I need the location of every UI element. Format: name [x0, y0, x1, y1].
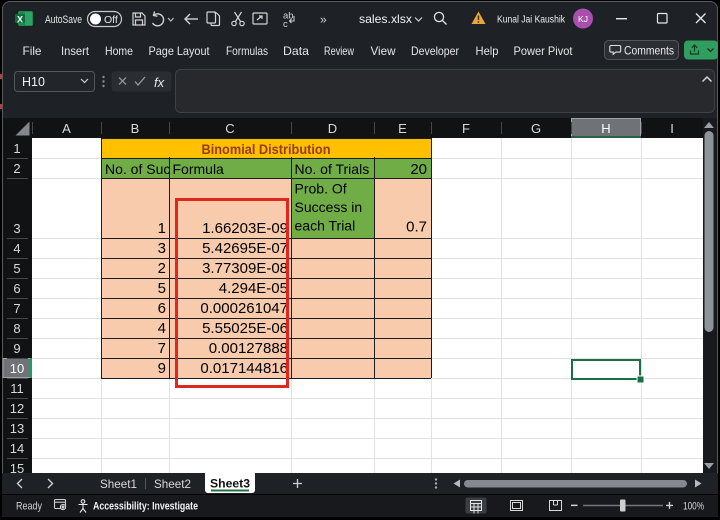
svg-text:0.000261047: 0.000261047	[200, 300, 288, 317]
svg-text:E: E	[398, 121, 407, 136]
svg-text:13: 13	[10, 421, 24, 436]
svg-text:Comments: Comments	[624, 46, 674, 58]
svg-text:5: 5	[13, 261, 20, 276]
svg-text:9: 9	[13, 341, 20, 356]
svg-text:Ready: Ready	[16, 501, 42, 513]
svg-text:0.017144816: 0.017144816	[200, 360, 288, 377]
svg-text:Insert: Insert	[61, 44, 90, 58]
svg-text:5: 5	[158, 280, 166, 297]
svg-text:11: 11	[10, 381, 24, 396]
svg-text:3.77309E-08: 3.77309E-08	[202, 260, 288, 277]
svg-text:A: A	[62, 121, 71, 136]
svg-text:sales.xlsx: sales.xlsx	[359, 12, 412, 26]
svg-text:Sheet2: Sheet2	[154, 477, 191, 491]
svg-text:0.00127888: 0.00127888	[209, 340, 288, 357]
svg-text:Data: Data	[283, 44, 309, 58]
svg-text:fx: fx	[154, 75, 165, 90]
svg-text:2: 2	[158, 260, 166, 277]
svg-text:Formulas: Formulas	[226, 44, 268, 58]
svg-text:15: 15	[10, 461, 24, 473]
svg-text:File: File	[23, 44, 42, 58]
svg-text:I: I	[670, 121, 674, 136]
svg-text:Help: Help	[476, 44, 499, 58]
svg-text:Binomial Distribution: Binomial Distribution	[202, 142, 331, 157]
svg-text:»: »	[320, 13, 327, 27]
svg-text:10: 10	[10, 361, 24, 376]
svg-text:each Trial: each Trial	[295, 218, 356, 234]
svg-text:D: D	[328, 121, 337, 136]
svg-text:KJ: KJ	[578, 14, 588, 24]
svg-text:Prob. Of: Prob. Of	[295, 181, 347, 197]
svg-text:7: 7	[158, 340, 166, 357]
svg-text:14: 14	[10, 441, 24, 456]
svg-text:1: 1	[13, 141, 20, 156]
svg-text:Sheet3: Sheet3	[210, 477, 250, 491]
svg-text:Review: Review	[324, 44, 354, 58]
svg-text:12: 12	[10, 401, 24, 416]
svg-text:6: 6	[13, 281, 20, 296]
svg-text:F: F	[462, 121, 470, 136]
svg-text:1.66203E-09: 1.66203E-09	[202, 220, 288, 237]
svg-text:No. of Suc: No. of Suc	[105, 161, 170, 177]
svg-text:2: 2	[13, 161, 20, 176]
svg-text:C: C	[225, 121, 234, 136]
svg-text:No. of Trials: No. of Trials	[295, 161, 370, 177]
svg-text:H: H	[601, 121, 610, 136]
svg-text:4: 4	[158, 320, 166, 337]
svg-text:B: B	[131, 121, 140, 136]
svg-text:5.42695E-07: 5.42695E-07	[202, 240, 288, 257]
svg-text:0.7: 0.7	[406, 219, 427, 236]
svg-text:Kunal Jai Kaushik: Kunal Jai Kaushik	[497, 14, 566, 26]
svg-text:7: 7	[13, 301, 20, 316]
svg-text:Off: Off	[104, 14, 118, 26]
svg-text:Sheet1: Sheet1	[100, 477, 137, 491]
svg-text:H10: H10	[22, 75, 45, 89]
svg-text:3: 3	[158, 240, 166, 257]
svg-text:Formula: Formula	[173, 161, 225, 177]
svg-text:View: View	[371, 44, 396, 58]
svg-text:1: 1	[158, 220, 166, 237]
svg-text:c: c	[283, 19, 288, 30]
svg-text:Success in: Success in	[295, 199, 363, 215]
svg-text:6: 6	[158, 300, 166, 317]
svg-text:3: 3	[13, 221, 20, 236]
svg-text:8: 8	[13, 321, 20, 336]
svg-text:20: 20	[410, 161, 427, 178]
svg-text:4.294E-05: 4.294E-05	[219, 280, 288, 297]
svg-text:Accessibility: Investigate: Accessibility: Investigate	[93, 501, 198, 513]
svg-text:AutoSave: AutoSave	[45, 14, 82, 26]
svg-text:Developer: Developer	[411, 44, 459, 58]
svg-text:4: 4	[13, 241, 20, 256]
svg-text:Page Layout: Page Layout	[149, 44, 211, 58]
svg-text:X: X	[17, 15, 23, 25]
svg-text:100%: 100%	[683, 501, 704, 513]
svg-text:Power Pivot: Power Pivot	[514, 44, 574, 58]
svg-text:5.55025E-06: 5.55025E-06	[202, 320, 288, 337]
svg-text:G: G	[531, 121, 541, 136]
svg-text:9: 9	[158, 360, 166, 377]
svg-text:Home: Home	[105, 44, 133, 58]
